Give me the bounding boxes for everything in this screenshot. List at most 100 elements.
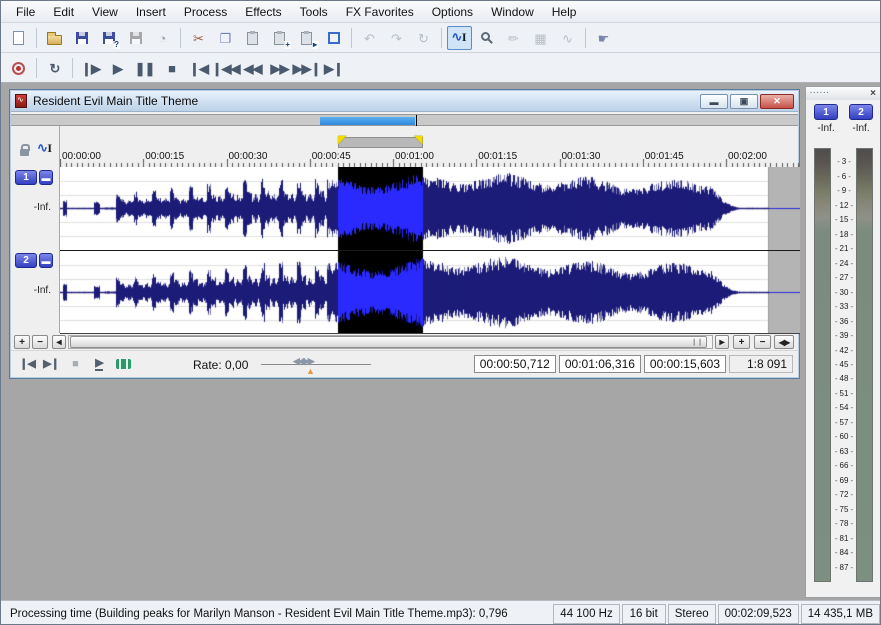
ruler-label-3: 00:00:45 [312, 151, 351, 162]
stop-button[interactable]: ■ [159, 56, 184, 80]
rewind-to-start-button[interactable]: ❙◀◀ [213, 56, 238, 80]
redo-icon[interactable]: ↷ [384, 26, 409, 50]
save-as-icon[interactable]: ? [96, 26, 121, 50]
channel-1-button[interactable]: 1 [15, 170, 37, 185]
save-all-icon[interactable] [123, 26, 148, 50]
minimize-button[interactable]: ▬ [700, 94, 728, 109]
pause-button[interactable]: ❚❚ [132, 56, 157, 80]
menu-item-file[interactable]: File [7, 3, 44, 21]
meter-scale-15: 15 [832, 215, 856, 224]
scroll-left-arrow[interactable]: ◂ [52, 335, 66, 349]
menu-item-window[interactable]: Window [482, 3, 543, 21]
menu-item-view[interactable]: View [83, 3, 127, 21]
paste-to-new-icon[interactable]: ▸ [294, 26, 319, 50]
menu-item-effects[interactable]: Effects [236, 3, 290, 21]
repeat-icon[interactable]: ↻ [411, 26, 436, 50]
selection-start-field[interactable]: 00:00:50,712 [474, 355, 556, 373]
channel-2-button[interactable]: 2 [15, 253, 37, 268]
time-ruler[interactable]: 00:00:0000:00:1500:00:3000:00:4500:01:00… [11, 150, 798, 167]
go-to-start-button[interactable]: ❙◀ [186, 56, 211, 80]
menu-item-help[interactable]: Help [543, 3, 586, 21]
menu-item-tools[interactable]: Tools [291, 3, 337, 21]
whats-this-help-icon[interactable]: ☛ [591, 26, 616, 50]
menu-item-insert[interactable]: Insert [127, 3, 175, 21]
forward-to-end-button[interactable]: ▶▶❙ [294, 56, 319, 80]
mini-play-normal-button[interactable]: ▶ [89, 354, 109, 373]
meter-scale-54: 54 [832, 403, 856, 412]
zoom-out-time-button[interactable]: − [754, 335, 771, 349]
channel-2-minimize-button[interactable]: ▬ [39, 253, 53, 268]
record-button-glyph [12, 62, 25, 75]
go-to-end-button[interactable]: ▶❙ [321, 56, 346, 80]
close-button[interactable]: ✕ [760, 94, 794, 109]
mini-stop-button[interactable]: ■ [65, 354, 85, 373]
selection-end-field[interactable]: 00:01:06,316 [559, 355, 641, 373]
selection-length-field[interactable]: 00:00:15,603 [644, 355, 726, 373]
selection-range-bar[interactable] [338, 137, 423, 148]
edit-tool-icon[interactable] [447, 26, 472, 50]
waveform-display[interactable] [60, 167, 800, 334]
zoom-ratio-field[interactable]: 1:8 091 [729, 355, 793, 373]
lock-icon[interactable] [20, 149, 29, 156]
menu-item-edit[interactable]: Edit [44, 3, 83, 21]
restore-button[interactable]: ▣ [730, 94, 758, 109]
meter-scale-84: 84 [832, 548, 856, 557]
zoom-out-vertical-button[interactable]: − [32, 335, 48, 349]
event-tool-icon[interactable]: ▦ [528, 26, 553, 50]
render-as-icon[interactable]: ◔ [150, 26, 175, 50]
selection-end-handle[interactable]: ◥ [414, 135, 422, 146]
meter-channel-1-button[interactable]: 1 [814, 104, 838, 120]
waveform-channel-1[interactable] [60, 167, 800, 250]
overview-bar[interactable] [11, 114, 798, 126]
play-button[interactable]: ▶ [105, 56, 130, 80]
open-file-icon[interactable] [42, 26, 67, 50]
meter-channel-2-button[interactable]: 2 [849, 104, 873, 120]
toolbar-separator [180, 28, 181, 48]
document-titlebar[interactable]: Resident Evil Main Title Theme ▬ ▣ ✕ [11, 91, 798, 112]
menu-item-options[interactable]: Options [423, 3, 482, 21]
paste-icon[interactable] [240, 26, 265, 50]
copy-icon[interactable]: ❐ [213, 26, 238, 50]
horizontal-scrollbar[interactable] [68, 335, 713, 349]
selection-marker-strip[interactable]: ◤ ◥ [11, 126, 798, 150]
channel-mode-panel[interactable]: Stereo [668, 604, 716, 624]
rewind-button[interactable]: ◀◀ [240, 56, 265, 80]
zoom-to-selection-button[interactable]: ◀▶ [774, 335, 794, 349]
zoom-in-vertical-button[interactable]: + [14, 335, 30, 349]
scrollbar-thumb[interactable] [70, 336, 707, 348]
new-file-icon[interactable] [6, 26, 31, 50]
record-button[interactable] [6, 56, 31, 80]
channel-1-minimize-button[interactable]: ▬ [39, 170, 53, 185]
scrub-control[interactable] [113, 354, 133, 373]
selection-start-handle[interactable]: ◤ [338, 135, 346, 146]
scroll-right-arrow[interactable]: ▸ [715, 335, 729, 349]
rate-slider-track[interactable] [261, 364, 371, 365]
file-length-panel[interactable]: 00:02:09,523 [718, 604, 799, 624]
save-icon-glyph [76, 32, 88, 44]
paste-special-icon-badge: + [284, 41, 291, 49]
undo-icon[interactable]: ↶ [357, 26, 382, 50]
menu-item-fx-favorites[interactable]: FX Favorites [337, 3, 423, 21]
save-icon[interactable] [69, 26, 94, 50]
free-space-panel[interactable]: 14 435,1 MB [801, 604, 880, 624]
meters-close-icon[interactable]: × [870, 88, 876, 99]
play-all-button[interactable]: ❙▶ [78, 56, 103, 80]
sample-rate-panel[interactable]: 44 100 Hz [553, 604, 619, 624]
cut-icon[interactable]: ✂ [186, 26, 211, 50]
menu-item-process[interactable]: Process [175, 3, 236, 21]
trim-crop-icon[interactable] [321, 26, 346, 50]
paste-special-icon[interactable]: + [267, 26, 292, 50]
meters-titlebar[interactable]: ······ × [806, 87, 880, 100]
mini-go-to-start-button[interactable]: ❙◀ [17, 354, 37, 373]
envelope-tool-icon[interactable]: ∿ [555, 26, 580, 50]
edit-tool-mini-icon[interactable] [37, 142, 53, 156]
magnify-tool-icon[interactable] [474, 26, 499, 50]
pencil-tool-icon[interactable]: ✏ [501, 26, 526, 50]
zoom-in-time-button[interactable]: + [733, 335, 750, 349]
toolbar-separator [441, 28, 442, 48]
bit-depth-panel[interactable]: 16 bit [622, 604, 666, 624]
waveform-channel-2[interactable] [60, 251, 800, 334]
loop-playback-button[interactable]: ↻ [42, 56, 67, 80]
mini-go-to-end-button[interactable]: ▶❙ [41, 354, 61, 373]
forward-button[interactable]: ▶▶ [267, 56, 292, 80]
